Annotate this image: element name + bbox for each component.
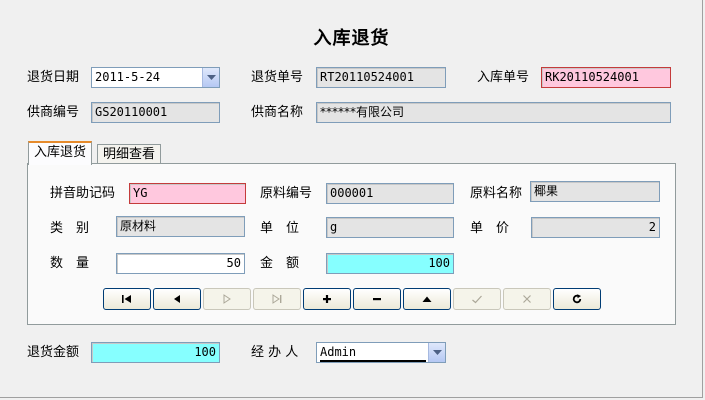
handler-select[interactable]: Admin	[316, 342, 446, 363]
previous-icon	[174, 295, 180, 303]
return-amount-field[interactable]: 100	[91, 342, 220, 363]
category-field[interactable]: 原材料	[116, 216, 245, 237]
first-icon	[122, 295, 131, 303]
plus-icon	[323, 295, 331, 303]
handler-label: 经 办 人	[251, 345, 299, 360]
return-date-picker[interactable]: 2011-5-24	[91, 67, 220, 88]
page-title: 入库退货	[313, 28, 390, 49]
quantity-input[interactable]: 50	[116, 253, 245, 274]
return-no-label: 退货单号	[251, 70, 304, 85]
unit-field[interactable]: g	[326, 217, 454, 238]
cancel-record-button[interactable]	[503, 288, 551, 310]
category-label: 类 别	[50, 221, 90, 236]
unit-label: 单 位	[260, 221, 300, 236]
chevron-down-icon[interactable]	[428, 343, 445, 362]
supplier-name-field[interactable]: ******有限公司	[316, 102, 671, 123]
material-code-label: 原料编号	[260, 186, 313, 201]
quantity-label: 数 量	[50, 256, 90, 271]
return-amount-label: 退货金额	[27, 345, 80, 360]
last-record-button[interactable]	[253, 288, 301, 310]
price-label: 单 价	[470, 221, 510, 236]
inbound-no-label: 入库单号	[477, 70, 530, 85]
edit-record-button[interactable]	[403, 288, 451, 310]
next-record-button[interactable]	[203, 288, 251, 310]
material-name-field[interactable]: 椰果	[530, 181, 660, 202]
cross-icon	[523, 295, 531, 303]
material-name-label: 原料名称	[470, 186, 523, 201]
tab-inbound-return[interactable]: 入库退货	[28, 141, 93, 165]
price-field[interactable]: 2	[531, 217, 660, 238]
up-triangle-icon	[422, 296, 432, 302]
supplier-name-label: 供商名称	[251, 105, 304, 120]
post-record-button[interactable]	[453, 288, 501, 310]
amount-label: 金 额	[260, 256, 300, 271]
previous-record-button[interactable]	[153, 288, 201, 310]
minus-icon	[373, 298, 381, 301]
supplier-code-field[interactable]: GS20110001	[91, 102, 220, 123]
inbound-no-field[interactable]: RK20110524001	[541, 67, 671, 88]
material-code-field[interactable]: 000001	[326, 183, 454, 204]
return-date-label: 退货日期	[27, 70, 80, 85]
refresh-button[interactable]	[553, 288, 601, 310]
return-no-field[interactable]: RT20110524001	[316, 67, 446, 88]
next-icon	[223, 294, 231, 304]
supplier-code-label: 供商编号	[27, 105, 80, 120]
first-record-button[interactable]	[103, 288, 151, 310]
pinyin-input[interactable]: YG	[129, 183, 246, 204]
amount-field[interactable]: 100	[326, 253, 454, 274]
pinyin-label: 拼音助记码	[50, 186, 116, 201]
add-record-button[interactable]	[303, 288, 351, 310]
delete-record-button[interactable]	[353, 288, 401, 310]
refresh-icon	[572, 294, 582, 304]
return-date-value: 2011-5-24	[95, 70, 161, 84]
check-icon	[472, 295, 482, 304]
chevron-down-icon[interactable]	[202, 68, 219, 87]
handler-value: Admin	[320, 345, 426, 362]
last-icon	[272, 294, 282, 304]
